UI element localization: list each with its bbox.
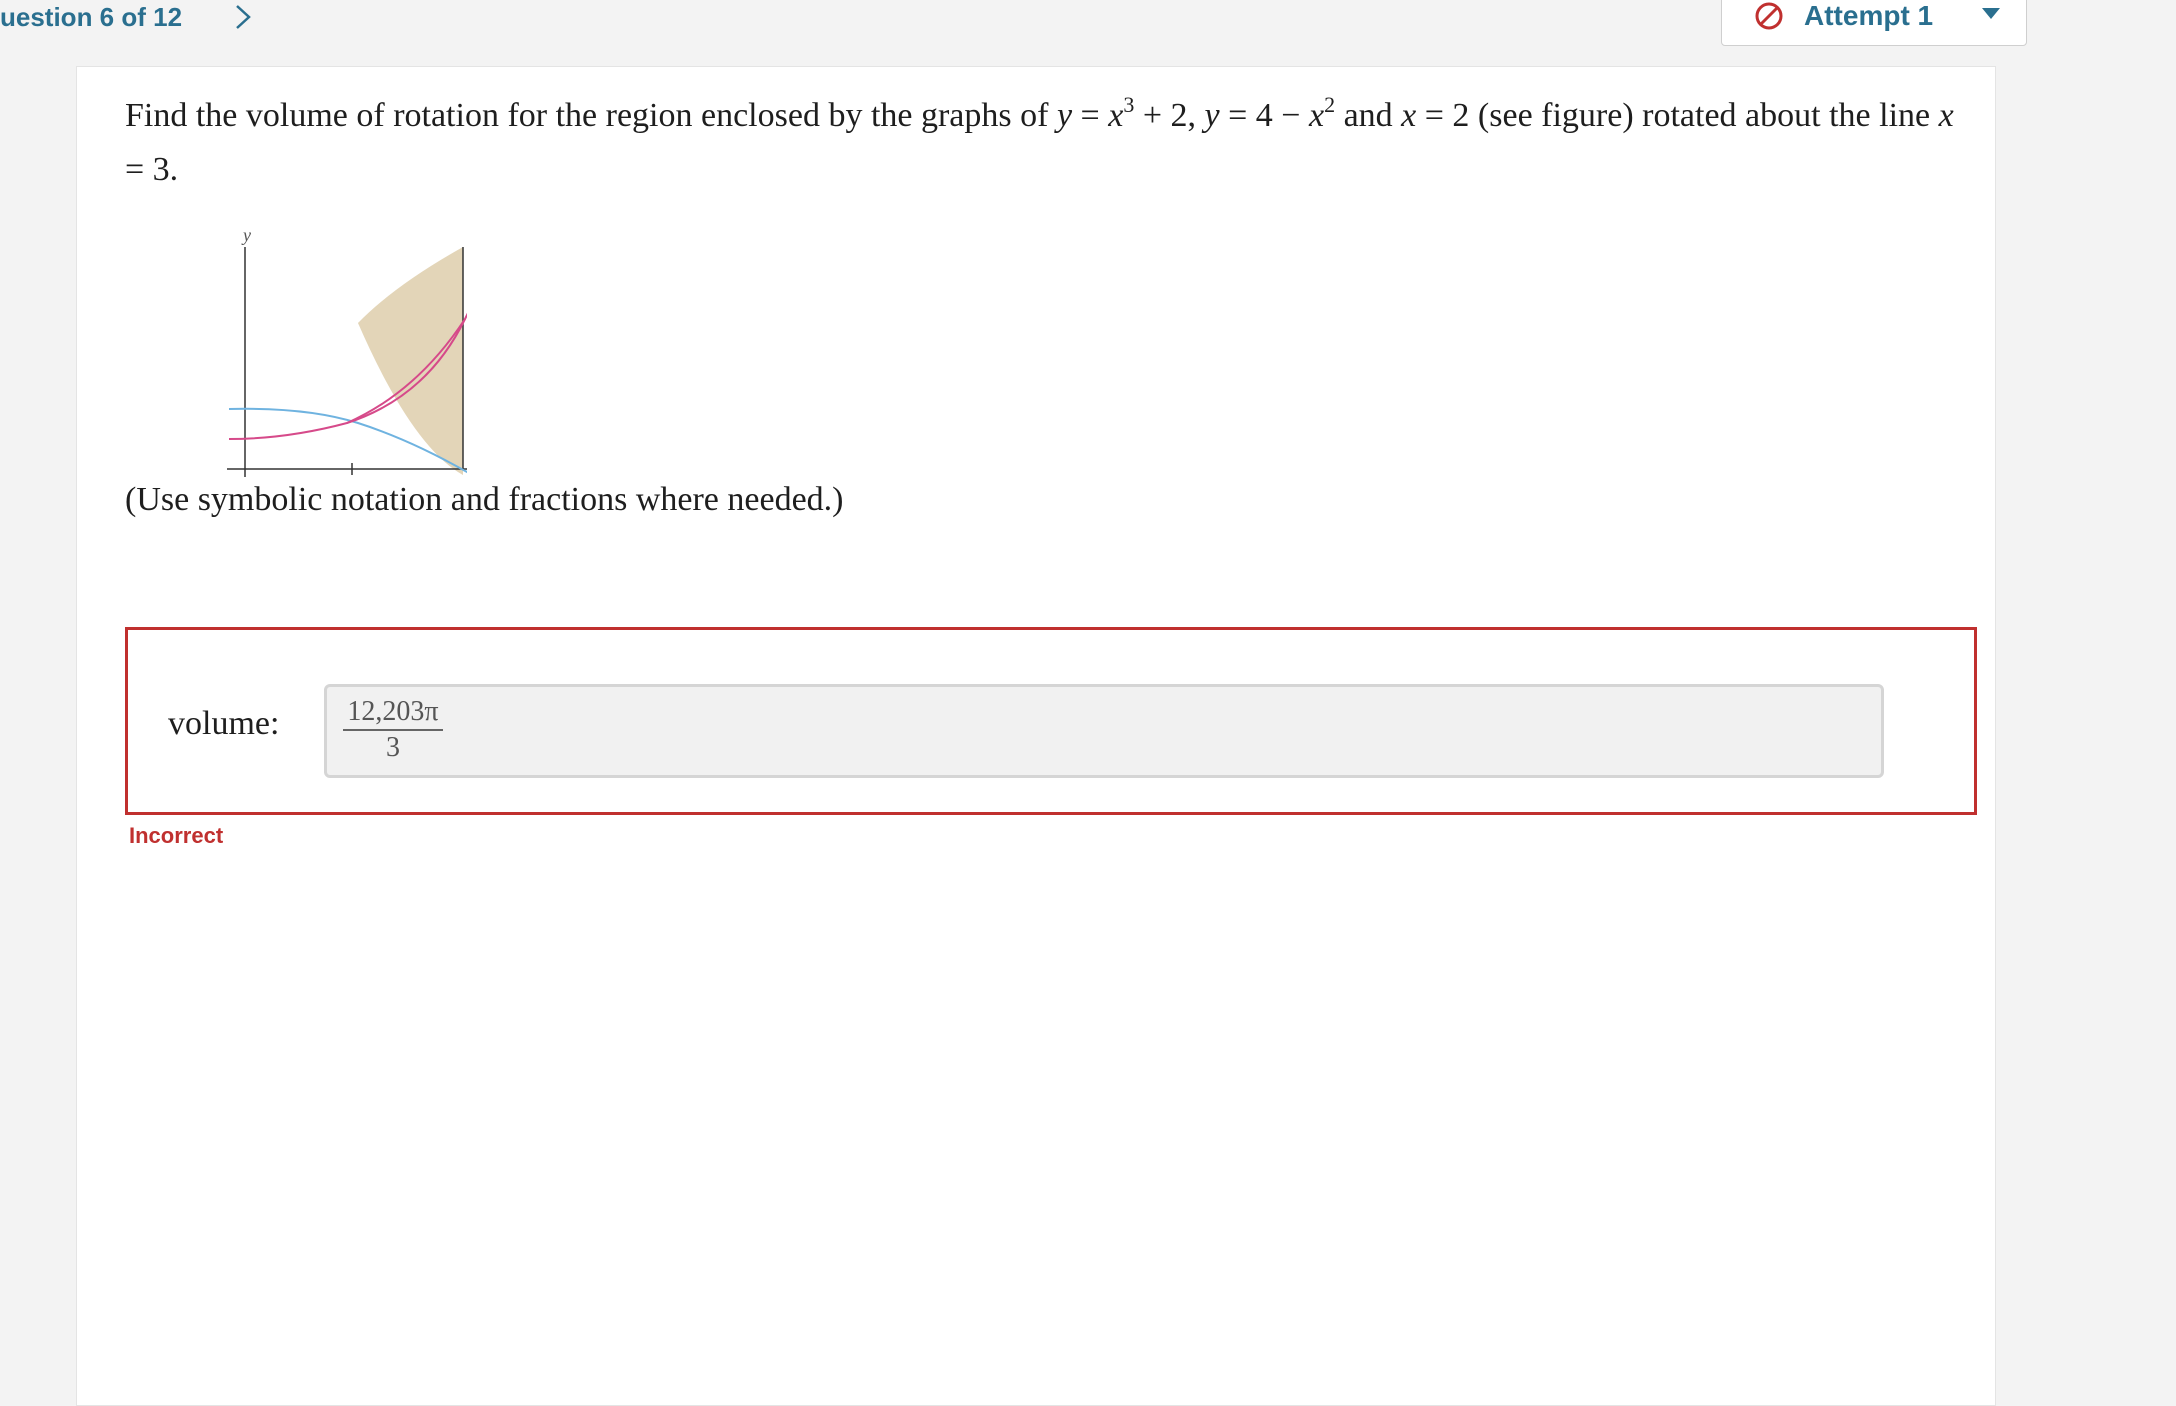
fraction-numerator: 12,203π (343, 695, 443, 731)
y-axis-label: y (241, 227, 251, 245)
top-bar: uestion 6 of 12 Attempt 1 (0, 0, 2176, 60)
answer-label: volume: (168, 705, 280, 742)
volume-answer-input[interactable]: 12,203π 3 (324, 684, 1884, 778)
prohibited-circle-icon (1754, 1, 1784, 31)
attempt-label: Attempt 1 (1804, 0, 1934, 31)
caret-down-icon (1980, 5, 2002, 21)
question-text: Find the volume of rotation for the regi… (125, 92, 1954, 189)
region-figure: y x (147, 225, 521, 497)
hint-text: (Use symbolic notation and fractions whe… (125, 481, 844, 518)
feedback-incorrect: Incorrect (129, 823, 224, 848)
fraction-denominator: 3 (386, 732, 400, 763)
question-counter: uestion 6 of 12 (0, 2, 183, 32)
chevron-right-icon[interactable] (228, 2, 258, 32)
attempt-dropdown[interactable]: Attempt 1 (1721, 0, 2027, 46)
answer-fraction: 12,203π 3 (343, 695, 443, 765)
answer-box: volume: 12,203π 3 (125, 627, 1977, 815)
question-card: Find the volume of rotation for the regi… (76, 66, 1996, 1406)
